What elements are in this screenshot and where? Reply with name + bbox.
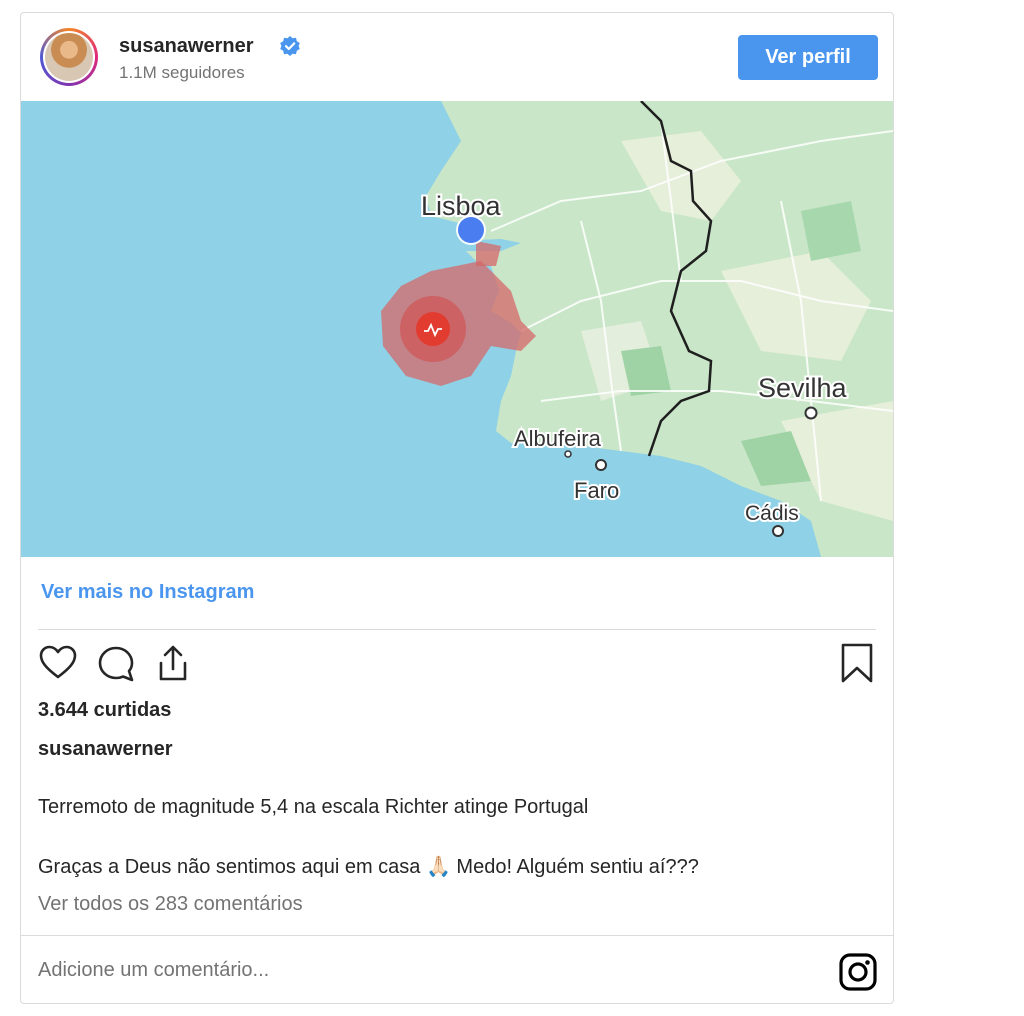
view-all-comments-link[interactable]: Ver todos os 283 comentários	[38, 893, 303, 916]
view-more-on-instagram-link[interactable]: Ver mais no Instagram	[41, 581, 254, 604]
post-image-map[interactable]: Lisboa Sevilha Albufeira Faro Cádis	[21, 101, 893, 557]
caption-line-2: Graças a Deus não sentimos aqui em casa …	[38, 856, 699, 878]
caption-line-1: Terremoto de magnitude 5,4 na escala Ric…	[38, 796, 589, 818]
avatar[interactable]	[40, 28, 98, 86]
share-icon[interactable]	[153, 643, 193, 683]
map-label-lisboa: Lisboa	[421, 191, 502, 221]
follower-count: 1.1M seguidores	[119, 63, 245, 82]
username[interactable]: susanawerner	[119, 35, 254, 58]
map-label-faro: Faro	[574, 478, 619, 503]
comment-icon[interactable]	[96, 643, 136, 683]
add-comment-field[interactable]: Adicione um comentário...	[38, 959, 269, 982]
instagram-embed-card: susanawerner 1.1M seguidores Ver perfil	[20, 12, 894, 1004]
divider	[21, 935, 893, 936]
map-label-sevilha: Sevilha	[758, 373, 848, 403]
map-label-cadis: Cádis	[745, 502, 799, 525]
heart-icon[interactable]	[38, 643, 78, 683]
like-count[interactable]: 3.644 curtidas	[38, 699, 171, 722]
action-bar	[21, 643, 893, 687]
map-label-albufeira: Albufeira	[514, 426, 602, 451]
post-header: susanawerner 1.1M seguidores Ver perfil	[21, 13, 893, 101]
instagram-icon[interactable]	[839, 953, 877, 991]
bookmark-icon[interactable]	[837, 643, 877, 683]
caption-username[interactable]: susanawerner	[38, 738, 173, 761]
divider	[38, 629, 876, 630]
view-profile-button[interactable]: Ver perfil	[738, 35, 878, 80]
map-graphic: Lisboa Sevilha Albufeira Faro Cádis	[381, 101, 893, 557]
verified-badge-icon	[280, 36, 300, 56]
